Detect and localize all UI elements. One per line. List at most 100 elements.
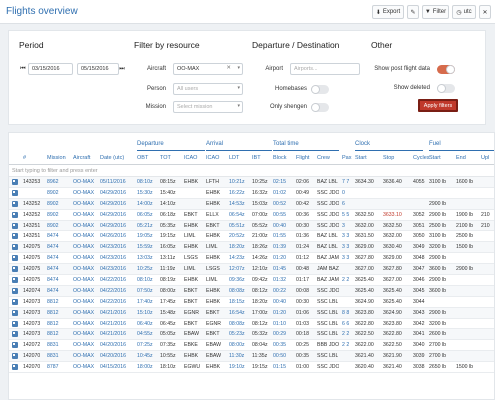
table-row[interactable]: 142075 8474 OO-MAX 04/23/2016 15:59z 16:05z EH… xyxy=(9,242,494,254)
clear-icon[interactable]: ✕ xyxy=(226,65,231,71)
cell-fuel-start: 2900 lb xyxy=(429,255,447,262)
cell-aircraft: OO-MAX xyxy=(73,287,95,294)
cell-pax: 3 xyxy=(342,222,345,229)
flight-icon[interactable] xyxy=(12,222,18,229)
person-select[interactable]: All users ▾ xyxy=(173,83,243,95)
table-row[interactable]: 142073 8812 OO-MAX 04/22/2016 17:40z 17:45z EB… xyxy=(9,297,494,308)
table-row[interactable]: 142073 8812 OO-MAX 04/21/2016 15:10z 15:48z EG… xyxy=(9,307,494,319)
timezone-label: utc xyxy=(463,9,472,15)
cell-aircraft: OO-MAX xyxy=(73,255,95,262)
column-header-obt[interactable]: OBT xyxy=(137,155,148,161)
cell-dep-icao: EBKT xyxy=(184,211,198,218)
close-icon: ✕ xyxy=(482,9,488,16)
group-clock: Clock xyxy=(355,141,423,151)
column-header-tot[interactable]: TOT xyxy=(160,155,171,161)
cell-crew: SSC JDO xyxy=(317,222,340,229)
post-flight-toggle[interactable] xyxy=(437,65,455,74)
flight-icon[interactable] xyxy=(12,364,18,371)
column-header-uplift[interactable]: Upl xyxy=(481,155,489,161)
prev-period-icon[interactable]: ⏮ xyxy=(19,63,27,75)
next-period-icon[interactable]: ⏭ xyxy=(118,63,126,75)
table-row[interactable]: 142075 8474 OO-MAX 04/23/2016 10:25z 11:19z LI… xyxy=(9,264,494,276)
flight-icon[interactable] xyxy=(12,200,18,207)
mission-select[interactable]: Select mission ▾ xyxy=(173,101,243,113)
column-header-arr-icao[interactable]: ICAO xyxy=(206,155,219,161)
cell-arr-icao: EBKT xyxy=(206,309,220,316)
table-row[interactable]: 142072 8831 OO-MAX 04/20/2016 07:25z 07:35z EB… xyxy=(9,340,494,352)
flight-icon[interactable] xyxy=(12,189,18,196)
filter-button[interactable]: ▼ Filter xyxy=(422,5,449,19)
table-row[interactable]: 142070 8787 OO-MAX 04/15/2016 18:00z 18:10z EG… xyxy=(9,362,494,374)
column-header-ibt[interactable]: IBT xyxy=(252,155,261,161)
table-row[interactable]: 142073 8812 OO-MAX 04/21/2016 04:55z 05:05z EB… xyxy=(9,329,494,341)
flight-icon[interactable] xyxy=(12,266,18,273)
cell-flight: 00:48 xyxy=(296,266,309,273)
column-header-cycles[interactable]: Cycles xyxy=(413,155,430,161)
cell-mission: 8474 xyxy=(47,287,59,294)
homebases-toggle[interactable] xyxy=(311,85,329,94)
edit-button[interactable]: ✎ xyxy=(407,5,419,19)
table-row[interactable]: 143253 8962 OO-MAX 05/11/2016 08:10z 08:15z EH… xyxy=(9,177,494,188)
column-header-crew[interactable]: Crew xyxy=(317,155,330,161)
column-header-date[interactable]: Date (utc) xyxy=(100,155,124,161)
cell-crew: JAM BAZ xyxy=(317,266,339,273)
table-row[interactable]: 142074 8474 OO-MAX 04/22/2016 07:50z 08:00z EB… xyxy=(9,285,494,297)
table-row[interactable]: 143252 8902 OO-MAX 04/29/2016 06:05z 06:18z EB… xyxy=(9,210,494,221)
column-header-block[interactable]: Block xyxy=(273,155,286,161)
flight-icon[interactable] xyxy=(12,320,18,327)
column-header-pax[interactable]: Pax xyxy=(342,155,351,161)
table-filter-input[interactable]: Start typing to filter and press enter xyxy=(9,166,494,177)
flight-icon[interactable] xyxy=(12,211,18,218)
flight-icon[interactable] xyxy=(12,277,18,284)
cell-pax: 3 3 xyxy=(342,244,350,251)
flight-icon[interactable] xyxy=(12,342,18,349)
column-header-clock-stop[interactable]: Stop xyxy=(383,155,394,161)
cell-tot: 18:10z xyxy=(160,364,176,371)
cell-block: 01:39 xyxy=(273,244,286,251)
flight-icon[interactable] xyxy=(12,331,18,338)
table-row[interactable]: 143251 8902 OO-MAX 04/29/2016 05:21z 05:35z EH… xyxy=(9,220,494,232)
column-header-flight[interactable]: Flight xyxy=(296,155,309,161)
column-header-ldt[interactable]: LDT xyxy=(229,155,239,161)
close-button[interactable]: ✕ xyxy=(479,5,491,19)
timezone-button[interactable]: ◷ utc xyxy=(452,5,476,19)
table-body: 143253 8962 OO-MAX 05/11/2016 08:10z 08:15z EH… xyxy=(9,177,494,374)
flight-icon[interactable] xyxy=(12,233,18,240)
flight-icon[interactable] xyxy=(12,244,18,251)
table-row[interactable]: 142075 8474 OO-MAX 04/23/2016 13:03z 13:11z LS… xyxy=(9,253,494,265)
flight-icon[interactable] xyxy=(12,353,18,360)
flight-icon[interactable] xyxy=(12,255,18,262)
column-header-mission[interactable]: Mission xyxy=(47,155,66,161)
column-header-fuel-start[interactable]: Start xyxy=(429,155,441,161)
export-button[interactable]: ⬇ Export xyxy=(372,5,404,19)
table-row[interactable]: 143251 8474 OO-MAX 04/26/2016 19:05z 19:15z LI… xyxy=(9,231,494,243)
flight-icon[interactable] xyxy=(12,309,18,316)
column-header-fuel-end[interactable]: End xyxy=(456,155,466,161)
column-header-aircraft[interactable]: Aircraft xyxy=(73,155,90,161)
cell-cycles: 3039 xyxy=(413,353,425,360)
cell-mission: 8812 xyxy=(47,331,59,338)
apply-filters-button[interactable]: Apply filters xyxy=(418,99,458,112)
chevron-down-icon: ▾ xyxy=(237,85,240,91)
table-row[interactable]: 142070 8831 OO-MAX 04/20/2016 10:45z 10:55z EH… xyxy=(9,351,494,363)
cell-obt: 04:55z xyxy=(137,331,153,338)
flight-icon[interactable] xyxy=(12,287,18,294)
period-from-input[interactable]: 03/15/2016 xyxy=(28,63,73,75)
column-header-dep-icao[interactable]: ICAO xyxy=(184,155,197,161)
column-header-clock-start[interactable]: Start xyxy=(355,155,367,161)
flight-icon[interactable] xyxy=(12,298,18,305)
deleted-toggle[interactable] xyxy=(437,84,455,93)
cell-clock-stop: 3625.40 xyxy=(383,298,402,305)
table-row[interactable]: 143252 8902 OO-MAX 04/29/2016 14:00z 14:10z EH… xyxy=(9,198,494,210)
cell-obt: 19:05z xyxy=(137,233,153,240)
flight-icon[interactable] xyxy=(12,179,18,185)
table-row[interactable]: 142073 8812 OO-MAX 04/21/2016 06:40z 06:45z EB… xyxy=(9,319,494,330)
table-row[interactable]: 142075 8474 OO-MAX 04/22/2016 08:10z 08:19z EH… xyxy=(9,275,494,286)
aircraft-select[interactable]: OO-MAX ✕ ▾ xyxy=(173,63,243,75)
column-header-id[interactable]: # xyxy=(23,155,26,161)
shengen-toggle[interactable] xyxy=(311,103,329,112)
period-to-input[interactable]: 05/15/2016 xyxy=(77,63,119,75)
aircraft-value: OO-MAX xyxy=(177,66,200,72)
airport-input[interactable]: Airports... xyxy=(290,63,360,75)
table-row[interactable]: 8902 OO-MAX 04/29/2016 15:30z 15:40z EHBK 16:2… xyxy=(9,188,494,199)
